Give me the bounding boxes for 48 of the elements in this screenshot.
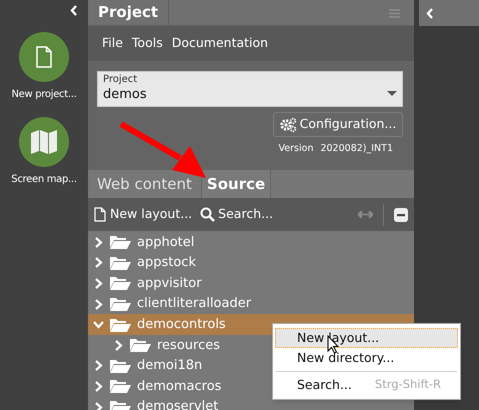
search-icon [200,207,216,222]
collapse-icon[interactable] [70,5,77,16]
folder-icon [110,318,131,332]
folder-icon [110,358,131,373]
project-select[interactable]: Project demos [97,71,403,107]
menu-item[interactable]: File [102,34,123,53]
panel-title: Project [98,2,158,24]
chevron-right-icon [94,298,102,310]
menu-item[interactable]: Documentation [172,34,268,53]
sidebar-label: New project... [11,88,77,102]
configuration-button[interactable]: Configuration... [273,112,403,137]
dropdown-caret-icon [387,91,397,96]
menu-item[interactable]: Search... Strg-Shift-R [275,375,458,395]
folder-icon [110,297,131,312]
menu-item[interactable]: New layout... [275,328,458,348]
tree-item[interactable]: appstock [88,252,414,274]
collapse-icon[interactable] [426,8,433,18]
search-button[interactable]: Search... [200,205,274,224]
folder-icon [130,338,151,352]
shortcut-text: Strg-Shift-R [374,376,441,394]
version-value: 2020082)_INT1 [320,142,393,156]
chevron-down-icon [93,320,104,329]
sidebar-label: Screen map... [11,173,77,187]
chevron-right-icon [94,402,102,410]
gears-icon [280,116,297,132]
chevron-right-icon [94,257,102,268]
folder-icon [110,379,131,394]
file-icon [94,207,106,222]
version-label: Version [278,142,314,156]
chevron-right-icon [94,360,102,372]
folder-icon [110,235,131,250]
collapse-all-icon[interactable] [394,208,408,222]
chevron-right-icon [94,380,102,392]
file-icon [36,46,52,68]
tree-item[interactable]: appvisitor [88,273,414,294]
chevron-right-icon [94,278,102,289]
menu-item[interactable]: Tools [132,34,163,53]
folder-icon [110,276,131,290]
chevron-right-icon [114,340,122,351]
new-layout-button[interactable]: New layout... [94,205,192,224]
chevron-right-icon [94,236,102,248]
tree-item[interactable]: clientliteralloader [88,294,414,314]
folder-icon [110,400,131,410]
folder-icon [110,256,131,270]
map-icon [30,130,57,154]
tree-item[interactable]: apphotel [88,232,414,253]
field-label: Project [103,73,138,86]
menu-item[interactable]: New directory... [275,348,458,368]
